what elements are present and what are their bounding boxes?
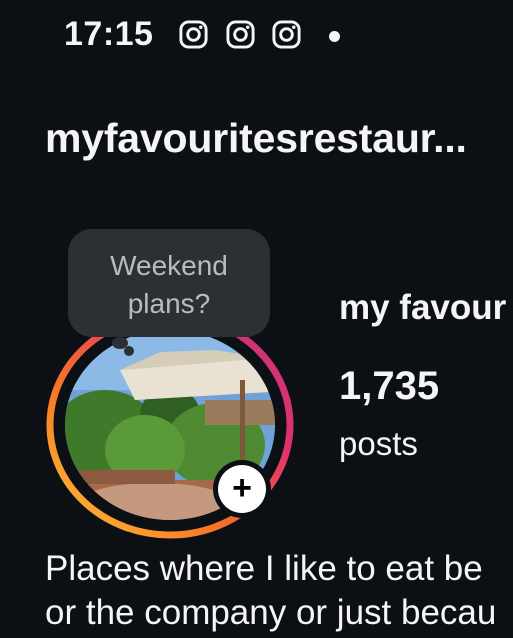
posts-count[interactable]: 1,735 bbox=[339, 364, 439, 409]
profile-username[interactable]: myfavouritesrestaur... bbox=[45, 115, 467, 162]
note-word: Weekend bbox=[110, 250, 228, 281]
profile-avatar[interactable]: + bbox=[45, 310, 295, 540]
status-bar: 17:15 bbox=[0, 0, 513, 70]
add-story-button[interactable]: + bbox=[213, 460, 271, 518]
instagram-icon bbox=[178, 19, 209, 50]
profile-bio: Places where I like to eat be or the com… bbox=[45, 547, 496, 635]
posts-label[interactable]: posts bbox=[339, 425, 418, 463]
instagram-icon bbox=[271, 19, 302, 50]
note-text: Weekend plans? bbox=[68, 247, 270, 323]
clock: 17:15 bbox=[64, 15, 154, 53]
bio-line: or the company or just becau bbox=[45, 593, 497, 632]
note-word: plans? bbox=[127, 288, 211, 319]
plus-icon: + bbox=[218, 465, 266, 513]
profile-note[interactable]: Weekend plans? bbox=[68, 229, 270, 337]
more-notifications-dot-icon bbox=[329, 31, 340, 42]
profile-display-name: my favour bbox=[339, 288, 507, 327]
bio-line: Places where I like to eat be bbox=[45, 549, 483, 588]
instagram-icon bbox=[225, 19, 256, 50]
note-tail-dot bbox=[124, 346, 134, 356]
